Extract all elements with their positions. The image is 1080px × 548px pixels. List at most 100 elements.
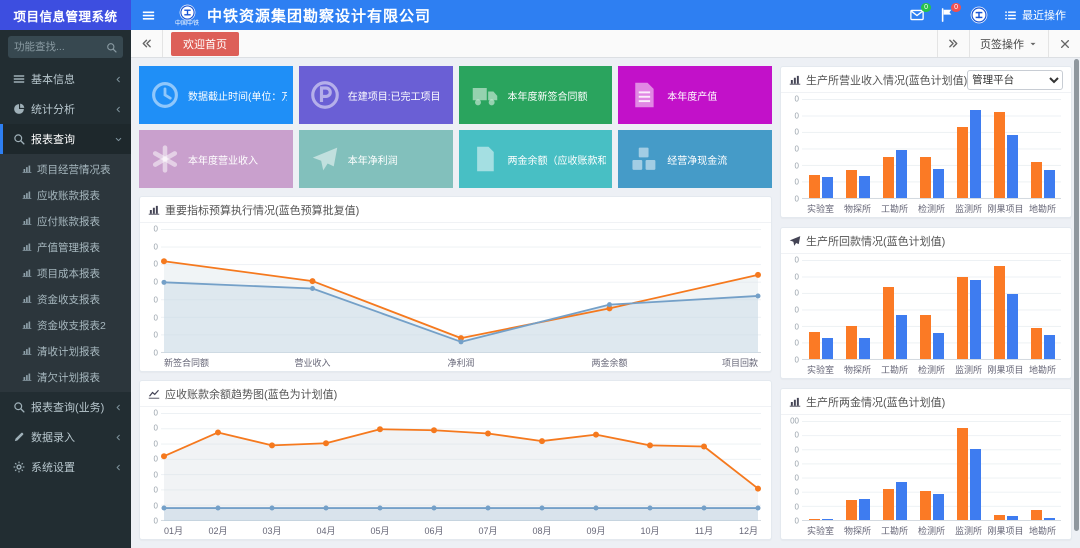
submenu-item-应付账款报表[interactable]: 应付账款报表 [0, 208, 131, 234]
blue-bar [933, 333, 944, 359]
topbar-actions: 0 0 最近操作 [910, 6, 1080, 24]
x-tick-label: 地勘所 [1024, 360, 1061, 375]
kpi-tile-两金余额（应收账款和存货）[interactable]: 两金余额（应收账款和存货） [459, 130, 613, 188]
kpi-tile-数据截止时间(单位：万元)[interactable]: 数据截止时间(单位：万元) [139, 66, 293, 124]
tile-label: 两金余额（应收账款和存货） [508, 152, 607, 167]
bar-group-监测所 [950, 99, 987, 198]
orange-bar [883, 489, 894, 520]
dashboard-content: 数据截止时间(单位：万元)在建项目:已完工项目本年度新签合同额 本年度产值本年度营… [131, 58, 1080, 548]
submenu-item-资金收支报表2[interactable]: 资金收支报表2 [0, 312, 131, 338]
x-tick-label: 09月 [586, 524, 605, 537]
x-tick-label: 实验室 [802, 199, 839, 214]
x-tick-label: 实验室 [802, 521, 839, 536]
orange-bar [846, 500, 857, 520]
flag-icon[interactable]: 0 [940, 8, 954, 22]
payback-by-unit-chart: 0000000实验室物探所工勘所检测所监测所刚果项目地勘所 [781, 254, 1071, 378]
sidebar-item-统计分析[interactable]: 统计分析 [0, 94, 131, 124]
x-tick-label: 地勘所 [1024, 521, 1061, 536]
blue-bar [896, 150, 907, 198]
submenu-item-资金收支报表[interactable]: 资金收支报表 [0, 286, 131, 312]
scroll-tabs-right-button[interactable] [937, 30, 969, 57]
panel-receivable-trend: 应收账款余额趋势图(蓝色为计划值) 0000000001月02月03月04月05… [139, 380, 772, 540]
bar-chart-icon [22, 164, 32, 174]
blue-bar [1007, 294, 1018, 359]
submenu-item-label: 资金收支报表2 [37, 318, 106, 333]
x-tick-label: 两金余额 [591, 356, 627, 369]
submenu-item-label: 项目成本报表 [37, 266, 100, 281]
submenu-item-清收计划报表[interactable]: 清收计划报表 [0, 338, 131, 364]
top-header: 中国中铁 中铁资源集团勘察设计有限公司 0 0 最近操作 [131, 0, 1080, 30]
y-axis: 00000000 [146, 229, 161, 353]
x-tick-label: 刚果项目 [987, 199, 1024, 214]
scroll-tabs-left-button[interactable] [131, 30, 163, 57]
kpi-tile-经营净现金流[interactable]: 经营净现金流 [618, 130, 772, 188]
pie-icon [13, 103, 25, 115]
caret-down-icon [1028, 39, 1038, 49]
chevron-left-icon [114, 105, 123, 114]
hamburger-icon[interactable] [131, 0, 165, 30]
search-input[interactable] [14, 41, 106, 53]
y-axis: 0000000 [787, 99, 802, 199]
submenu-item-应收账款报表[interactable]: 应收账款报表 [0, 182, 131, 208]
kpi-tile-本年度产值[interactable]: 本年度产值 [618, 66, 772, 124]
blue-bar [822, 519, 833, 520]
search-icon[interactable] [106, 42, 117, 53]
bar-chart-icon [22, 320, 32, 330]
sidebar-item-报表查询(业务)[interactable]: 报表查询(业务) [0, 392, 131, 422]
mail-icon[interactable]: 0 [910, 8, 924, 22]
bar-group-地勘所 [1024, 99, 1061, 198]
tab-welcome-home[interactable]: 欢迎首页 [171, 32, 239, 56]
bar-chart-icon [22, 216, 32, 226]
bar-group-监测所 [950, 260, 987, 359]
blue-bar [1044, 518, 1055, 520]
bar-group-检测所 [913, 260, 950, 359]
submenu-item-项目经营情况表[interactable]: 项目经营情况表 [0, 156, 131, 182]
bar-group-物探所 [839, 421, 876, 520]
x-axis-labels: 实验室物探所工勘所检测所监测所刚果项目地勘所 [802, 360, 1061, 375]
vertical-scrollbar[interactable] [1074, 59, 1079, 546]
platform-select[interactable]: 管理平台 [967, 70, 1063, 90]
sidebar-item-基本信息[interactable]: 基本信息 [0, 64, 131, 94]
tab-operations-dropdown[interactable]: 页签操作 [969, 30, 1048, 57]
bar-group-工勘所 [876, 421, 913, 520]
submenu-item-产值管理报表[interactable]: 产值管理报表 [0, 234, 131, 260]
x-tick-label: 11月 [695, 524, 713, 537]
x-tick-label: 监测所 [950, 360, 987, 375]
y-axis: 00000000 [146, 413, 161, 521]
kpi-tile-本年净利润[interactable]: 本年净利润 [299, 130, 453, 188]
flag-badge: 0 [951, 3, 961, 12]
panel-title: 生产所两金情况(蓝色计划值) [806, 394, 945, 410]
sidebar-item-label: 数据录入 [31, 429, 114, 445]
orange-bar [994, 515, 1005, 520]
x-tick-label: 刚果项目 [987, 521, 1024, 536]
x-tick-label: 刚果项目 [987, 360, 1024, 375]
orange-bar [994, 112, 1005, 198]
bar-chart-icon [22, 346, 32, 356]
cubes-icon [630, 145, 658, 173]
blue-bar [1007, 135, 1018, 198]
x-tick-label: 监测所 [950, 199, 987, 214]
x-tick-label: 05月 [370, 524, 389, 537]
sidebar-item-报表查询[interactable]: 报表查询 [0, 124, 131, 154]
left-column: 数据截止时间(单位：万元)在建项目:已完工项目本年度新签合同额 本年度产值本年度营… [139, 66, 772, 540]
kpi-tile-本年度营业收入[interactable]: 本年度营业收入 [139, 130, 293, 188]
tab-operations-label: 页签操作 [980, 36, 1024, 52]
sidebar-item-系统设置[interactable]: 系统设置 [0, 452, 131, 482]
x-tick-label: 项目回款 [722, 356, 758, 369]
close-tab-button[interactable] [1048, 30, 1080, 57]
kpi-tile-本年度新签合同额[interactable]: 本年度新签合同额 [459, 66, 613, 124]
company-name: 中铁资源集团勘察设计有限公司 [207, 5, 431, 26]
submenu-item-项目成本报表[interactable]: 项目成本报表 [0, 260, 131, 286]
submenu-item-清欠计划报表[interactable]: 清欠计划报表 [0, 364, 131, 390]
search-icon [13, 401, 25, 413]
header-emblem-icon[interactable] [970, 6, 988, 24]
kpi-tile-在建项目:已完工项目[interactable]: 在建项目:已完工项目 [299, 66, 453, 124]
sidebar-item-数据录入[interactable]: 数据录入 [0, 422, 131, 452]
tile-label: 本年度产值 [667, 88, 717, 103]
bar-group-检测所 [913, 421, 950, 520]
line-chart-svg [161, 229, 761, 353]
bar-group-刚果项目 [987, 99, 1024, 198]
recent-operations-button[interactable]: 最近操作 [1004, 7, 1066, 23]
orange-bar [920, 491, 931, 520]
bar-group-实验室 [802, 99, 839, 198]
